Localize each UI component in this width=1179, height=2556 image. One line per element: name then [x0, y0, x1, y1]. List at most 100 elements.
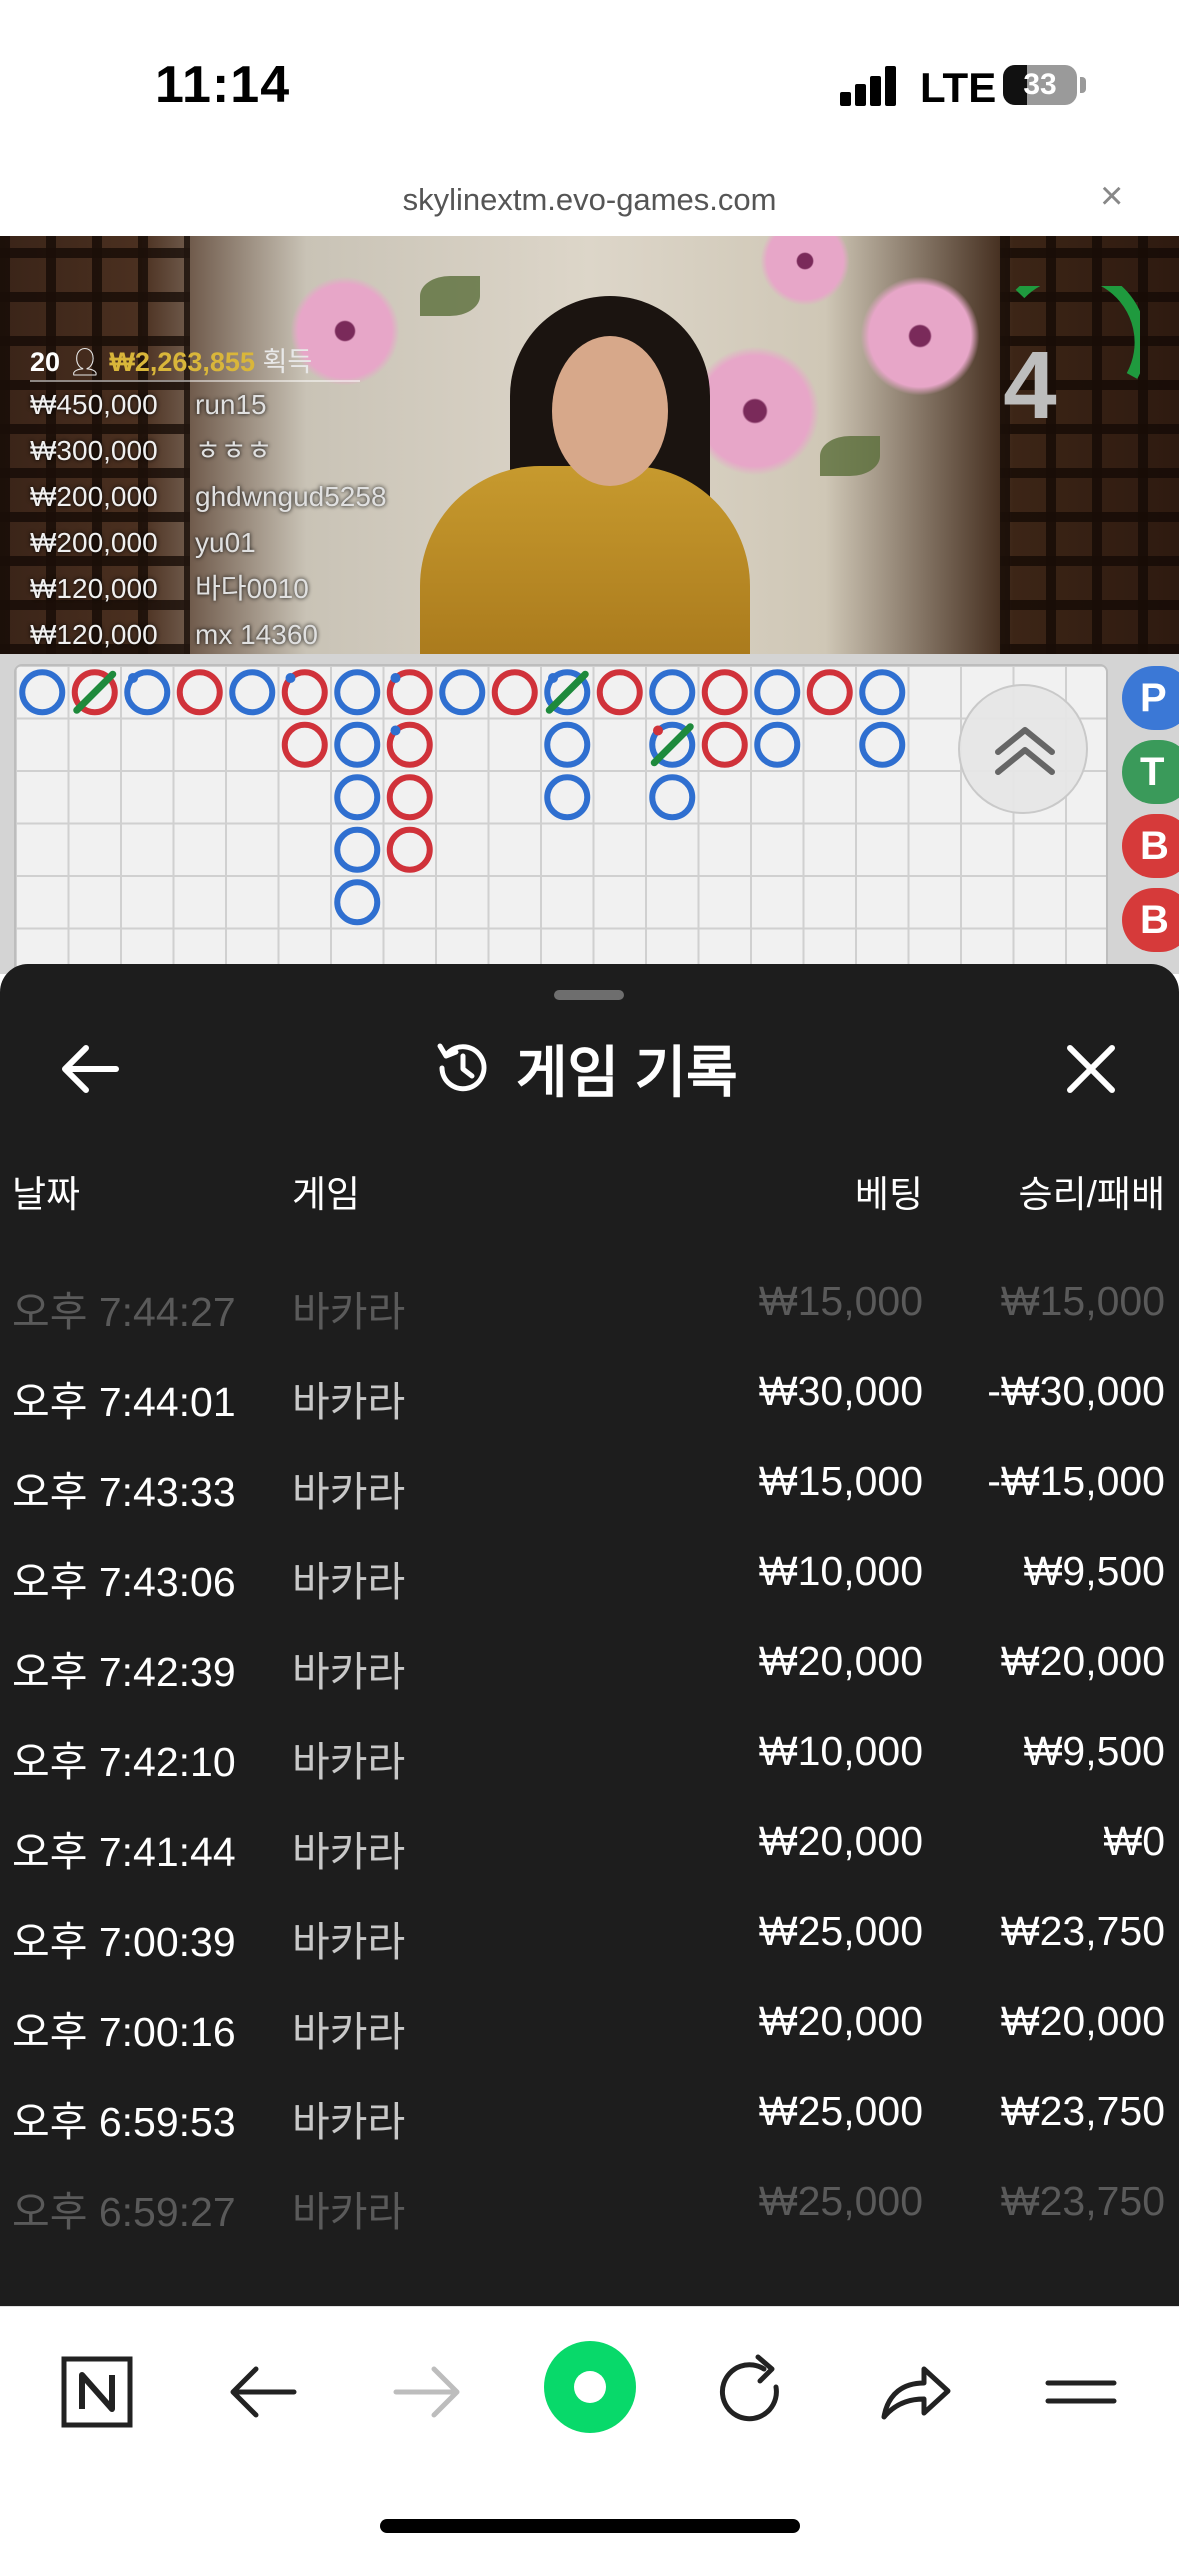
- winner-row: ₩120,000 mx 14360: [30, 612, 410, 654]
- chevron-up-icon: [995, 727, 1055, 775]
- player-bead: [649, 774, 696, 821]
- close-tab-icon[interactable]: ×: [1100, 174, 1123, 219]
- history-row[interactable]: 오후 7:42:39 바카라 ₩20,000 ₩20,000: [0, 1624, 1179, 1714]
- history-row[interactable]: 오후 7:44:01 바카라 ₩30,000 -₩30,000: [0, 1354, 1179, 1444]
- history-bet: ₩15,000: [758, 1278, 923, 1324]
- winner-name: yu01: [195, 527, 256, 558]
- flower-decoration: [860, 276, 980, 396]
- winner-row: ₩450,000 run15: [30, 382, 410, 428]
- history-game: 바카라: [292, 2189, 406, 2235]
- history-bet: ₩25,000: [758, 2178, 923, 2224]
- url-text[interactable]: skylinextm.evo-games.com: [0, 182, 1179, 218]
- battery-level: 33: [1023, 68, 1057, 101]
- winner-amount: ₩300,000: [30, 435, 158, 466]
- leaf-decoration: [420, 276, 480, 316]
- history-row[interactable]: 오후 7:00:16 바카라 ₩20,000 ₩20,000: [0, 1984, 1179, 2074]
- banker-bead: [806, 669, 853, 716]
- history-result: ₩9,500: [1023, 1728, 1165, 1774]
- winner-amount: ₩120,000: [30, 619, 158, 650]
- reload-icon[interactable]: [706, 2347, 796, 2437]
- pair-dot: [653, 725, 663, 736]
- history-bet: ₩15,000: [758, 1458, 923, 1504]
- expand-up-button[interactable]: [958, 684, 1088, 814]
- player-bead: [334, 669, 381, 716]
- history-result: -₩30,000: [987, 1368, 1165, 1414]
- history-row[interactable]: 오후 6:59:27 바카라 ₩25,000 ₩23,750: [0, 2164, 1179, 2254]
- history-row[interactable]: 오후 7:44:27 바카라 ₩15,000 ₩15,000: [0, 1264, 1179, 1354]
- history-result: -₩15,000: [987, 1458, 1165, 1504]
- history-row[interactable]: 오후 7:43:33 바카라 ₩15,000 -₩15,000: [0, 1444, 1179, 1534]
- winner-amount: ₩450,000: [30, 389, 158, 420]
- column-game: 게임: [292, 1174, 361, 1215]
- road-tab-b[interactable]: B: [1122, 888, 1179, 952]
- history-row[interactable]: 오후 7:00:39 바카라 ₩25,000 ₩23,750: [0, 1894, 1179, 1984]
- history-date: 오후 7:44:01: [12, 1379, 236, 1425]
- winner-name: 바다0010: [195, 573, 309, 604]
- winner-amount: ₩200,000: [30, 527, 158, 558]
- panel-title-text: 게임 기록: [516, 1040, 738, 1104]
- countdown-number: 4: [1003, 332, 1057, 439]
- history-game: 바카라: [292, 2009, 406, 2055]
- banker-bead: [596, 669, 643, 716]
- history-row[interactable]: 오후 6:59:53 바카라 ₩25,000 ₩23,750: [0, 2074, 1179, 2164]
- history-icon: [437, 1043, 487, 1092]
- winner-row: ₩120,000 바다0010: [30, 566, 410, 612]
- road-side-tabs: PTBB: [1114, 666, 1179, 976]
- back-arrow-icon[interactable]: [218, 2347, 308, 2437]
- banker-bead: [491, 669, 538, 716]
- winner-row: ₩200,000 yu01: [30, 520, 410, 566]
- forward-arrow-icon[interactable]: [382, 2347, 472, 2437]
- live-video[interactable]: 4 20 👤︎ ₩2,263,855 획득 ₩450,000 run15 ₩300,…: [0, 236, 1179, 654]
- history-bet: ₩20,000: [758, 1638, 923, 1684]
- history-result: ₩15,000: [1000, 1278, 1165, 1324]
- road-tab-t[interactable]: T: [1122, 740, 1179, 804]
- player-bead: [334, 721, 381, 768]
- player-bead: [229, 669, 276, 716]
- player-bead: [19, 669, 66, 716]
- history-row[interactable]: 오후 7:41:44 바카라 ₩20,000 ₩0: [0, 1804, 1179, 1894]
- battery-icon: 33: [1003, 65, 1077, 105]
- green-dot-icon[interactable]: [542, 2339, 638, 2435]
- naver-logo-icon[interactable]: [52, 2347, 142, 2437]
- history-date: 오후 6:59:53: [12, 2099, 236, 2145]
- signal-icon: [840, 66, 900, 106]
- banker-bead: [281, 721, 328, 768]
- pair-dot: [390, 725, 401, 736]
- banker-bead: [386, 774, 433, 821]
- drag-handle[interactable]: [554, 990, 624, 1000]
- history-result: ₩9,500: [1023, 1548, 1165, 1594]
- player-bead: [334, 774, 381, 821]
- winner-name: ㅎㅎㅎ: [195, 435, 273, 466]
- history-list: 오후 7:44:27 바카라 ₩15,000 ₩15,000 오후 7:44:01 바카라…: [0, 1264, 1179, 2254]
- player-bead: [334, 879, 381, 926]
- road-tab-b[interactable]: B: [1122, 814, 1179, 878]
- player-bead: [649, 669, 696, 716]
- history-date: 오후 7:44:27: [12, 1289, 236, 1335]
- back-arrow-icon[interactable]: [56, 1034, 126, 1104]
- history-date: 오후 7:43:06: [12, 1559, 236, 1605]
- history-game: 바카라: [292, 1559, 406, 1605]
- player-bead: [439, 669, 486, 716]
- player-bead: [859, 721, 906, 768]
- column-bet: 베팅: [854, 1174, 923, 1215]
- history-row[interactable]: 오후 7:42:10 바카라 ₩10,000 ₩9,500: [0, 1714, 1179, 1804]
- menu-icon[interactable]: [1036, 2347, 1126, 2437]
- history-date: 오후 7:43:33: [12, 1469, 236, 1515]
- banker-bead: [701, 669, 748, 716]
- history-game: 바카라: [292, 2099, 406, 2145]
- bead-road[interactable]: PTBB: [0, 654, 1179, 974]
- history-row[interactable]: 오후 7:43:06 바카라 ₩10,000 ₩9,500: [0, 1534, 1179, 1624]
- winner-row: ₩200,000 ghdwngud5258: [30, 474, 410, 520]
- url-bar[interactable]: skylinextm.evo-games.com ×: [0, 168, 1179, 236]
- history-bet: ₩25,000: [758, 1908, 923, 1954]
- winner-name: run15: [195, 389, 267, 420]
- share-icon[interactable]: [870, 2347, 960, 2437]
- flower-decoration: [760, 236, 850, 306]
- history-game: 바카라: [292, 1919, 406, 1965]
- battery-tip: [1080, 77, 1086, 93]
- home-indicator: [380, 2519, 800, 2533]
- road-tab-p[interactable]: P: [1122, 666, 1179, 730]
- history-bet: ₩10,000: [758, 1548, 923, 1594]
- close-icon[interactable]: [1056, 1034, 1126, 1104]
- winner-name: mx 14360: [195, 619, 318, 650]
